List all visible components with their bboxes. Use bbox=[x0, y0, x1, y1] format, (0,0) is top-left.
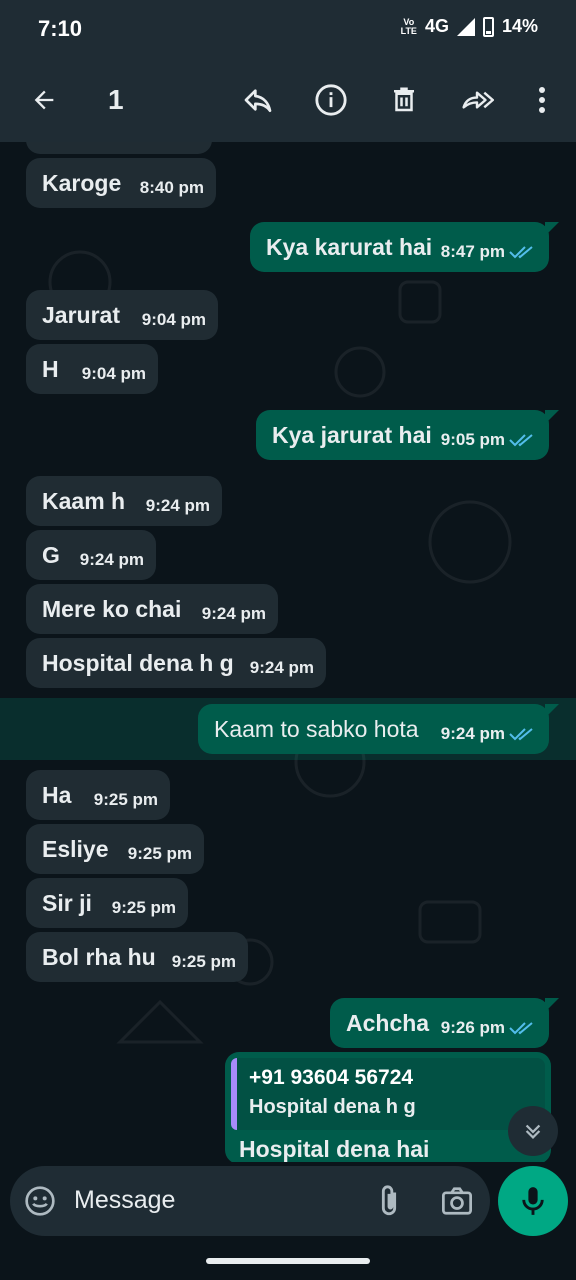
message-bubble-incoming[interactable]: H 9:04 pm bbox=[26, 344, 158, 394]
message-bubble-incoming[interactable]: Jarurat 9:04 pm bbox=[26, 290, 218, 340]
forward-icon[interactable] bbox=[455, 78, 499, 122]
quoted-text: Hospital dena h g bbox=[249, 1096, 416, 1118]
read-ticks-icon bbox=[509, 1022, 533, 1035]
quoted-sender: +91 93604 56724 bbox=[249, 1066, 414, 1089]
read-ticks-icon bbox=[509, 728, 533, 741]
message-time: 9:24 pm bbox=[201, 604, 266, 623]
battery-percent: 14% bbox=[501, 16, 538, 36]
message-bubble-incoming[interactable]: Ha 9:25 pm bbox=[26, 770, 170, 820]
message-bubble-outgoing[interactable]: Kya jarurat hai 9:05 pm bbox=[256, 410, 559, 460]
message-text: Mere ko chai bbox=[42, 596, 182, 622]
system-navigation-bar bbox=[0, 1242, 576, 1280]
message-bubble-outgoing[interactable]: Kya karurat hai 8:47 pm bbox=[250, 222, 559, 272]
more-options-icon[interactable] bbox=[520, 78, 564, 122]
double-chevron-down-icon bbox=[525, 1124, 541, 1140]
volte-icon: Vo LTE bbox=[400, 16, 417, 36]
message-time: 9:24 pm bbox=[249, 658, 314, 677]
message-text: Achcha bbox=[346, 1010, 430, 1036]
microphone-icon bbox=[522, 1187, 544, 1215]
delete-icon[interactable] bbox=[382, 78, 426, 122]
message-time: 9:25 pm bbox=[111, 898, 176, 917]
message-time: 9:24 pm bbox=[145, 496, 210, 515]
message-input[interactable] bbox=[74, 1186, 354, 1215]
message-time: 9:24 pm bbox=[440, 724, 505, 743]
message-time: 9:04 pm bbox=[81, 364, 146, 383]
message-text: Kya jarurat hai bbox=[272, 422, 432, 448]
back-arrow-icon[interactable] bbox=[22, 78, 66, 122]
message-text: Ha bbox=[42, 782, 72, 808]
attach-icon[interactable] bbox=[376, 1184, 402, 1218]
status-icons: Vo LTE 4G 14% bbox=[401, 16, 538, 37]
signal-icon bbox=[456, 17, 475, 36]
message-time: 9:26 pm bbox=[440, 1018, 505, 1037]
reply-icon[interactable] bbox=[236, 78, 280, 122]
read-ticks-icon bbox=[509, 434, 533, 447]
read-ticks-icon bbox=[509, 246, 533, 259]
message-text: Hospital dena h g bbox=[42, 650, 234, 676]
network-type: 4G bbox=[424, 16, 449, 36]
info-icon[interactable] bbox=[309, 78, 353, 122]
quoted-message[interactable]: +91 93604 56724 Hospital dena h g bbox=[231, 1058, 545, 1130]
message-time: 9:04 pm bbox=[141, 310, 206, 329]
message-text: Bol rha hu bbox=[42, 944, 156, 970]
message-bubble-partial[interactable] bbox=[26, 142, 212, 154]
message-text: Esliye bbox=[42, 836, 109, 862]
emoji-icon[interactable] bbox=[24, 1185, 56, 1217]
message-bubble-incoming[interactable]: Karoge 8:40 pm bbox=[26, 158, 216, 208]
message-time: 8:47 pm bbox=[440, 242, 505, 261]
chat-thread[interactable]: Karoge 8:40 pm Kya karurat hai 8:47 pm J… bbox=[0, 142, 576, 1162]
message-bubble-incoming[interactable]: Sir ji 9:25 pm bbox=[26, 878, 188, 928]
message-text: Hospital dena hai bbox=[239, 1136, 430, 1162]
voice-message-button[interactable] bbox=[498, 1166, 568, 1236]
message-bubble-incoming[interactable]: Bol rha hu 9:25 pm bbox=[26, 932, 248, 982]
message-time: 9:05 pm bbox=[440, 430, 505, 449]
message-bubble-outgoing[interactable]: Achcha 9:26 pm bbox=[330, 998, 559, 1048]
message-time: 9:25 pm bbox=[93, 790, 158, 809]
message-bubble-incoming[interactable]: Esliye 9:25 pm bbox=[26, 824, 204, 874]
message-bubble-incoming[interactable]: Kaam h 9:24 pm bbox=[26, 476, 222, 526]
message-text: Kaam h bbox=[42, 488, 126, 514]
message-bubble-incoming[interactable]: Mere ko chai 9:24 pm bbox=[26, 584, 278, 634]
status-time: 7:10 bbox=[38, 16, 83, 41]
message-time: 9:24 pm bbox=[79, 550, 144, 569]
message-compose-bar bbox=[0, 1162, 576, 1242]
message-time: 9:25 pm bbox=[127, 844, 192, 863]
status-bar: 7:10 Vo LTE 4G 14% bbox=[0, 0, 576, 58]
message-text: Karoge bbox=[42, 170, 122, 196]
camera-icon[interactable] bbox=[440, 1186, 474, 1216]
message-bubble-incoming[interactable]: Hospital dena h g 9:24 pm bbox=[26, 638, 326, 688]
selection-toolbar: 1 bbox=[0, 58, 576, 142]
selected-count: 1 bbox=[108, 84, 124, 115]
message-time: 8:40 pm bbox=[139, 178, 204, 197]
message-text: Kya karurat hai bbox=[266, 234, 433, 260]
message-text: G bbox=[42, 542, 60, 568]
scroll-to-bottom-button[interactable] bbox=[508, 1106, 558, 1156]
message-bubble-reply[interactable]: +91 93604 56724 Hospital dena h g Hospit… bbox=[225, 1052, 551, 1162]
message-time: 9:25 pm bbox=[171, 952, 236, 971]
message-text: H bbox=[42, 356, 59, 382]
home-gesture-handle[interactable] bbox=[206, 1258, 370, 1264]
battery-icon bbox=[482, 16, 494, 37]
message-bubble-outgoing-selected[interactable]: Kaam to sabko hota 9:24 pm bbox=[198, 704, 559, 754]
message-text: Jarurat bbox=[42, 302, 120, 328]
message-bubble-incoming[interactable]: G 9:24 pm bbox=[26, 530, 156, 580]
message-text: Kaam to sabko hota bbox=[214, 716, 419, 742]
message-text: Sir ji bbox=[42, 890, 92, 916]
message-input-container bbox=[10, 1166, 490, 1236]
